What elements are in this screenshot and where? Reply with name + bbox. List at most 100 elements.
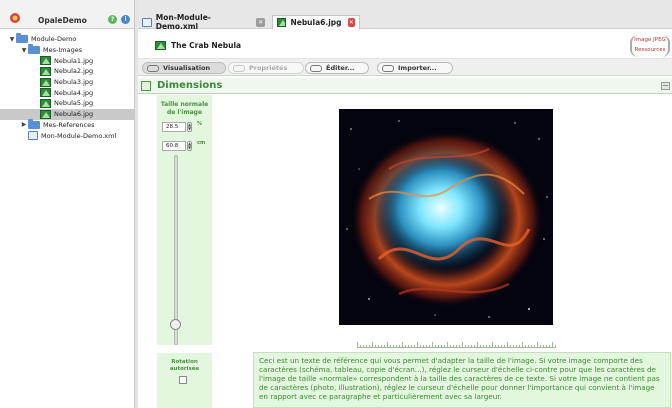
document-type-badge[interactable]: Image JPEG Ressources [630, 35, 670, 57]
image-file-icon [40, 66, 51, 76]
ruler-tick [537, 342, 538, 348]
ruler-tick [423, 345, 424, 348]
tree-item-label: Nebula3.jpg [54, 78, 94, 87]
ruler-tick [384, 345, 385, 348]
ruler-tick [516, 345, 517, 348]
ruler-tick [549, 345, 550, 348]
visualisation-button[interactable]: Visualisation [142, 62, 226, 74]
ruler-tick [507, 342, 508, 348]
xml-file-icon [142, 17, 152, 27]
ruler-tick [462, 342, 463, 348]
ruler-tick [531, 345, 532, 348]
tab-bar: Mon-Module-Demo.xml ✕ Nebula6.jpg ✕ [138, 0, 672, 31]
scale-slider[interactable] [174, 155, 178, 345]
ruler-tick [495, 345, 496, 348]
ruler-tick [486, 345, 487, 348]
tree-item[interactable]: Nebula5.jpg [0, 98, 134, 109]
tree-item-label: Nebula4.jpg [54, 88, 94, 97]
image-preview-area: Ceci est un texte de référence qui vous … [212, 95, 672, 408]
ruler-tick [378, 345, 379, 348]
ruler-tick [492, 342, 493, 348]
ruler-tick [528, 345, 529, 348]
ruler-tick [552, 342, 553, 348]
close-tab-icon[interactable]: ✕ [347, 18, 355, 27]
expand-arrow-icon[interactable]: ▼ [8, 36, 16, 43]
ruler-tick [417, 342, 418, 348]
image-file-icon [40, 56, 51, 66]
ruler-tick [387, 342, 388, 348]
tree-item-label: Mon-Module-Demo.xml [41, 131, 117, 140]
tree-item[interactable]: Nebula1.jpg [0, 55, 134, 66]
scale-slider-thumb[interactable] [170, 319, 181, 330]
expand-arrow-icon[interactable]: ▼ [20, 47, 28, 54]
ruler-tick [501, 345, 502, 348]
info-button[interactable]: i [121, 15, 130, 24]
ruler-tick [474, 345, 475, 348]
app-window: OpaleDemo ? i ▼ Module-Demo ▼ Mes-Images Neb… [0, 0, 672, 408]
tree-item[interactable]: ▶ Mes-References [0, 118, 134, 131]
tree-item[interactable]: ▼ Mes-Images [0, 44, 134, 56]
stepper-down-icon: ▼ [188, 126, 192, 131]
image-file-icon [40, 98, 51, 108]
editer-button[interactable]: Éditer... [305, 62, 369, 74]
rotation-checkbox[interactable] [179, 376, 187, 384]
ruler-tick [540, 345, 541, 348]
percent-unit: % [197, 121, 203, 127]
percent-stepper[interactable]: ▲ ▼ [187, 122, 192, 132]
ruler-tick [414, 345, 415, 348]
eye-icon [147, 64, 159, 72]
ruler-tick [522, 342, 523, 348]
ruler-tick [411, 345, 412, 348]
help-button[interactable]: ? [108, 15, 117, 24]
document-type-label: Image JPEG [634, 37, 666, 43]
rotation-panel: Rotation autorisée [157, 353, 212, 408]
ruler-tick [543, 345, 544, 348]
cm-input[interactable]: 60.8 [162, 141, 186, 151]
ruler-tick [480, 345, 481, 348]
cm-unit: cm [197, 140, 206, 146]
folder-icon [16, 33, 28, 44]
ruler-tick [432, 342, 433, 348]
ruler-tick [372, 342, 373, 348]
ruler-tick [459, 345, 460, 348]
nebula-image [339, 109, 553, 325]
tree-item[interactable]: Nebula3.jpg [0, 77, 134, 88]
tab-nebula6-jpg[interactable]: Nebula6.jpg ✕ [272, 15, 360, 29]
proprietes-button[interactable]: Propriétés [228, 62, 304, 74]
ruler-tick [450, 345, 451, 348]
editer-label: Éditer... [326, 64, 355, 72]
ruler-tick [471, 345, 472, 348]
ruler-tick [525, 345, 526, 348]
tree-item[interactable]: Nebula2.jpg [0, 66, 134, 77]
app-title: OpaleDemo [38, 16, 87, 25]
tree-item[interactable]: Mon-Module-Demo.xml [0, 130, 134, 141]
collapse-icon[interactable]: — [661, 82, 670, 90]
ruler-tick [408, 345, 409, 348]
document-category-label: Ressources [634, 47, 666, 53]
collapse-arrow-icon[interactable]: ▶ [20, 121, 28, 128]
cm-stepper[interactable]: ▲ ▼ [187, 141, 192, 151]
ruler-tick [489, 345, 490, 348]
tree-item-label: Nebula1.jpg [54, 56, 94, 65]
tab-mon-module-demo-xml[interactable]: Mon-Module-Demo.xml ✕ [138, 13, 269, 31]
tree-item[interactable]: Nebula4.jpg [0, 87, 134, 98]
ruler-tick [381, 345, 382, 348]
edit-icon [310, 64, 322, 72]
stepper-down-icon: ▼ [188, 145, 192, 150]
info-icon: i [124, 16, 127, 23]
importer-label: Importer... [398, 64, 437, 72]
tree-item-label: Nebula5.jpg [54, 99, 94, 108]
tab-label: Mon-Module-Demo.xml [155, 13, 211, 31]
ruler-tick [504, 345, 505, 348]
percent-input[interactable]: 28.5 [162, 122, 186, 132]
help-icon: ? [110, 16, 115, 23]
close-tab-icon[interactable]: ✕ [256, 17, 265, 27]
importer-button[interactable]: Importer... [377, 62, 453, 74]
tree-item[interactable]: Nebula6.jpg [0, 108, 134, 120]
reference-text: Ceci est un texte de référence qui vous … [253, 352, 671, 408]
ruler-tick [441, 345, 442, 348]
properties-icon [233, 64, 245, 72]
ruler-tick [402, 342, 403, 348]
tree-item[interactable]: ▼ Module-Demo [0, 33, 134, 45]
dimensions-section-header[interactable]: Dimensions — [138, 78, 672, 94]
